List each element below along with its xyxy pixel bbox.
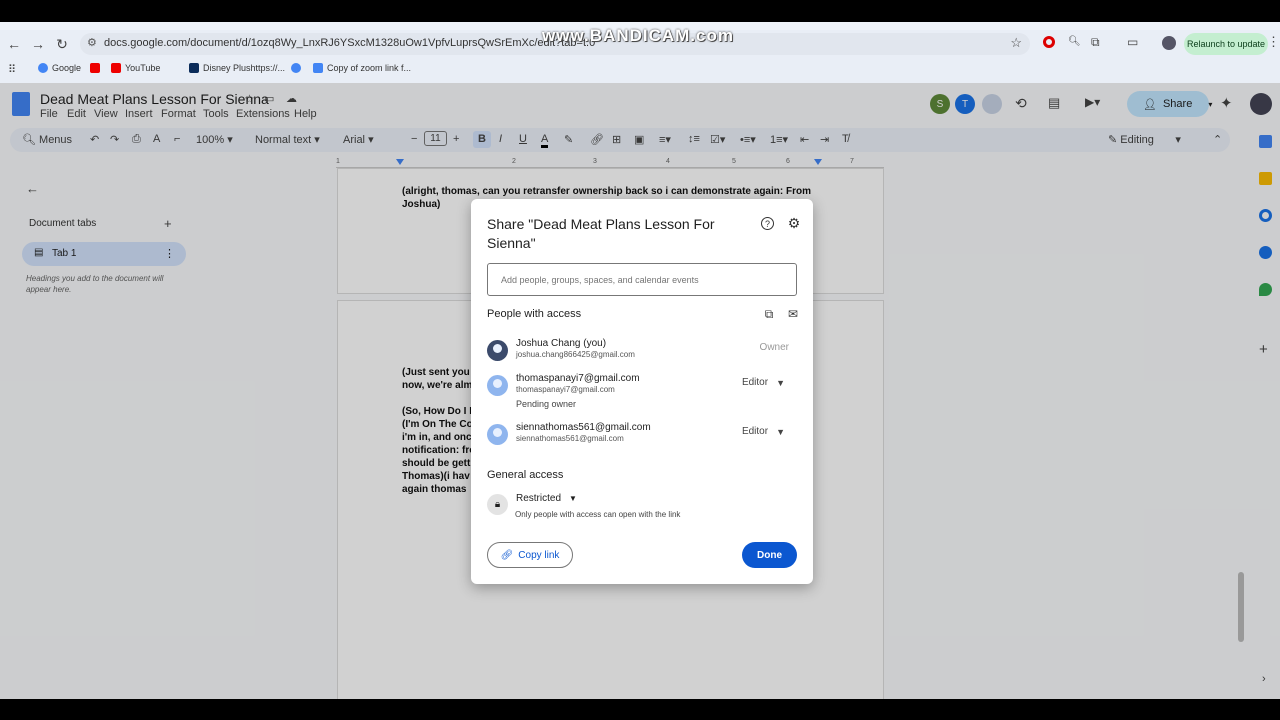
bookmark-youtube-1[interactable] — [90, 63, 100, 73]
person-row: siennathomas561@gmail.com siennathomas56… — [487, 422, 797, 462]
person-row: thomaspanayi7@gmail.com thomaspanayi7@gm… — [487, 373, 797, 413]
share-dialog: Share "Dead Meat Plans Lesson For Sienna… — [471, 199, 813, 584]
screen-bottom-border — [0, 699, 1280, 720]
bandicam-watermark: www.BANDICAM.com — [542, 26, 734, 45]
copy-emails-icon[interactable]: ⧉ — [762, 307, 776, 321]
help-icon[interactable]: ? — [761, 217, 774, 230]
people-with-access-heading: People with access — [487, 308, 582, 320]
copy-link-button[interactable]: 🔗︎ Copy link — [487, 542, 573, 568]
chevron-down-icon: ▼ — [569, 494, 577, 503]
relaunch-button[interactable]: Relaunch to update — [1184, 33, 1268, 55]
role-select[interactable]: Editor ▼ — [742, 377, 785, 388]
opera-extension-icon[interactable] — [1043, 36, 1055, 48]
apps-icon[interactable]: ⠿ — [8, 63, 16, 76]
disney-icon — [189, 63, 199, 73]
site-info-icon[interactable]: ⚙ — [87, 36, 97, 49]
access-level-select[interactable]: Restricted ▼ — [516, 493, 577, 504]
person-row: Joshua Chang (you) joshua.chang866425@gm… — [487, 338, 797, 378]
bookmark-google-2[interactable] — [291, 63, 301, 73]
bookmark-youtube[interactable]: YouTube — [111, 63, 160, 73]
bookmark-google[interactable]: Google — [38, 63, 81, 73]
avatar — [487, 424, 508, 445]
search-extension-icon[interactable]: 🔍︎ — [1068, 36, 1081, 47]
pending-owner-label: Pending owner — [516, 399, 577, 409]
access-description: Only people with access can open with th… — [515, 510, 681, 519]
profile-avatar[interactable] — [1162, 36, 1176, 50]
role-select[interactable]: Editor ▼ — [742, 426, 785, 437]
add-people-input[interactable] — [487, 263, 797, 296]
email-icon[interactable]: ✉ — [786, 307, 800, 321]
extensions-icon[interactable]: ⧉ — [1091, 35, 1100, 50]
dialog-title: Share "Dead Meat Plans Lesson For Sienna… — [487, 216, 715, 251]
chevron-down-icon: ▼ — [776, 426, 785, 437]
bookmark-zoom-doc[interactable]: Copy of zoom link f... — [313, 63, 411, 73]
reload-icon[interactable]: ↻ — [52, 34, 72, 54]
settings-gear-icon[interactable]: ⚙ — [787, 215, 801, 231]
tab-search-icon[interactable]: ▭ — [1127, 35, 1138, 49]
done-button[interactable]: Done — [742, 542, 797, 568]
role-label: Owner — [759, 342, 789, 353]
bookmark-disney[interactable]: Disney Plushttps://... — [189, 63, 285, 73]
lock-icon: 🔒︎ — [487, 494, 508, 515]
link-icon: 🔗︎ — [500, 549, 514, 561]
avatar — [487, 340, 508, 361]
docs-icon — [313, 63, 323, 73]
bookmark-star-icon[interactable]: ☆ — [1010, 35, 1022, 51]
google-icon — [38, 63, 48, 73]
browser-menu-icon[interactable]: ⋮ — [1267, 34, 1280, 50]
back-icon[interactable]: ← — [4, 34, 24, 54]
url-text: docs.google.com/document/d/1ozq8Wy_LnxRJ… — [104, 37, 596, 49]
youtube-icon — [90, 63, 100, 73]
avatar — [487, 375, 508, 396]
screen-top-border — [0, 0, 1280, 22]
forward-icon[interactable]: → — [28, 34, 48, 54]
google-icon — [291, 63, 301, 73]
chevron-down-icon: ▼ — [776, 377, 785, 388]
general-access-heading: General access — [487, 469, 564, 481]
youtube-icon — [111, 63, 121, 73]
